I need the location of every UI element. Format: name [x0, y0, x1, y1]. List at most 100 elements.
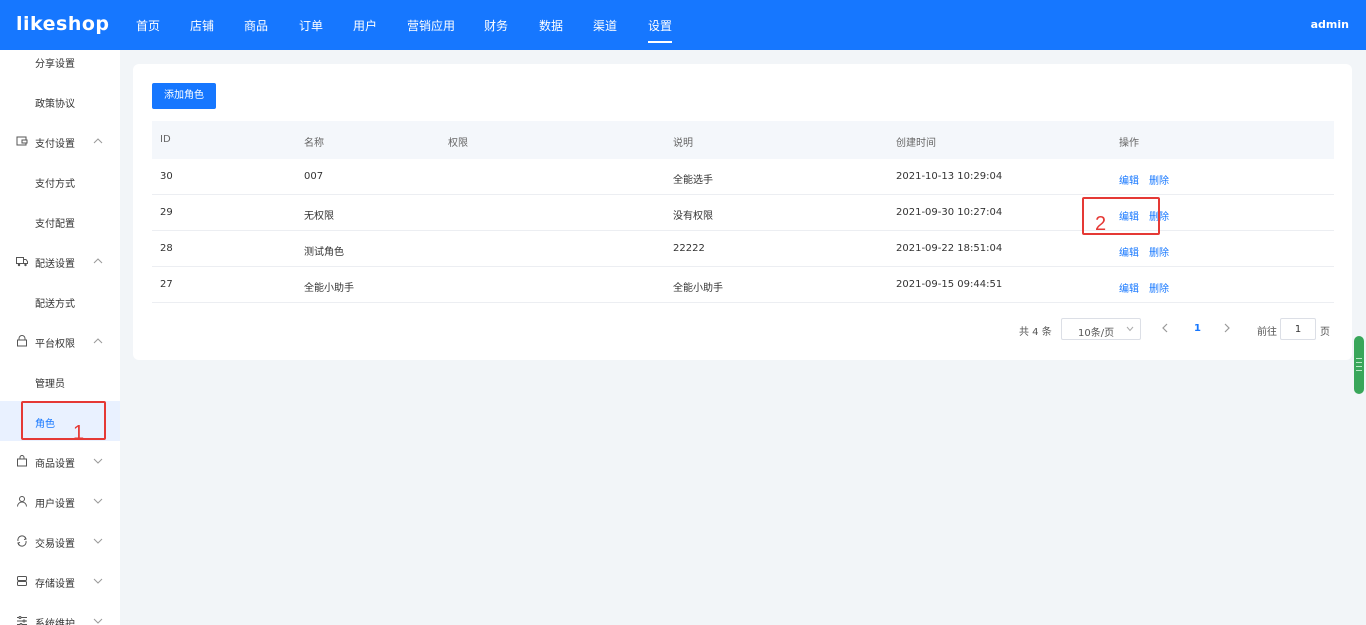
nav-channels[interactable]: 渠道 — [593, 17, 617, 34]
maintenance-icon — [17, 616, 27, 625]
nav-marketing[interactable]: 营销应用 — [407, 17, 455, 34]
user-icon — [17, 496, 27, 507]
sidebar-item-policy[interactable]: 政策协议 — [0, 81, 120, 121]
delete-link[interactable]: 删除 — [1149, 280, 1169, 295]
chevron-down-icon — [93, 458, 103, 464]
roles-card: 添加角色 ID 名称 权限 说明 创建时间 操作 30 007 全能选手 202… — [133, 64, 1352, 360]
sidebar-group-system-maintenance[interactable]: 系统维护 — [0, 601, 120, 625]
sidebar-group-delivery[interactable]: 配送设置 — [0, 241, 120, 281]
annotation-box-1 — [21, 401, 106, 440]
page-number-current[interactable]: 1 — [1194, 323, 1201, 334]
sidebar-item-label: 用户设置 — [35, 499, 75, 510]
chevron-down-icon — [93, 538, 103, 544]
edit-link[interactable]: 编辑 — [1119, 244, 1139, 259]
user-account[interactable]: admin — [1311, 18, 1349, 31]
sidebar-item-label: 配送设置 — [35, 259, 75, 270]
scrollbar-thumb[interactable] — [1354, 336, 1364, 394]
cell-id: 30 — [160, 171, 173, 182]
nav-orders[interactable]: 订单 — [299, 17, 323, 34]
sidebar-item-label: 存储设置 — [35, 579, 75, 590]
nav-data[interactable]: 数据 — [539, 17, 563, 34]
exchange-icon — [17, 535, 27, 547]
table-row: 30 007 全能选手 2021-10-13 10:29:04 编辑 删除 — [152, 159, 1334, 195]
page-suffix-label: 页 — [1320, 327, 1330, 338]
sidebar-item-label: 支付配置 — [35, 219, 75, 230]
sidebar-item-label: 政策协议 — [35, 99, 75, 110]
column-header-name: 名称 — [304, 138, 324, 149]
sidebar-item-share-settings[interactable]: 分享设置 — [0, 50, 120, 81]
nav-finance[interactable]: 财务 — [484, 17, 508, 34]
column-header-created-time: 创建时间 — [896, 138, 936, 149]
cell-id: 28 — [160, 243, 173, 254]
cell-name: 007 — [304, 171, 324, 182]
cell-description: 全能小助手 — [673, 283, 723, 294]
prev-page-icon[interactable] — [1160, 322, 1170, 334]
table-row: 28 测试角色 22222 2021-09-22 18:51:04 编辑 删除 — [152, 231, 1334, 267]
sidebar-item-delivery-methods[interactable]: 配送方式 — [0, 281, 120, 321]
column-header-permissions: 权限 — [448, 138, 468, 149]
sidebar-group-user-settings[interactable]: 用户设置 — [0, 481, 120, 521]
chevron-down-icon — [1126, 326, 1134, 332]
sidebar-item-label: 平台权限 — [35, 339, 75, 350]
sidebar-item-label: 支付设置 — [35, 139, 75, 150]
delete-link[interactable]: 删除 — [1149, 172, 1169, 187]
cell-id: 29 — [160, 207, 173, 218]
sidebar-item-label: 配送方式 — [35, 299, 75, 310]
chevron-down-icon — [93, 618, 103, 624]
sidebar-item-label: 交易设置 — [35, 539, 75, 550]
nav-home[interactable]: 首页 — [136, 17, 160, 34]
annotation-number-1: 1 — [73, 422, 85, 444]
sidebar-group-storage-settings[interactable]: 存储设置 — [0, 561, 120, 601]
cell-created-time: 2021-09-15 09:44:51 — [896, 279, 1003, 290]
sidebar-group-product-settings[interactable]: 商品设置 — [0, 441, 120, 481]
add-role-button[interactable]: 添加角色 — [152, 83, 216, 109]
chevron-down-icon — [93, 498, 103, 504]
cell-description: 全能选手 — [673, 175, 713, 186]
sidebar-group-payment[interactable]: 支付设置 — [0, 121, 120, 161]
edit-link[interactable]: 编辑 — [1119, 280, 1139, 295]
chevron-up-icon — [93, 138, 103, 144]
chevron-down-icon — [93, 578, 103, 584]
next-page-icon[interactable] — [1222, 322, 1232, 334]
sidebar-group-platform-permissions[interactable]: 平台权限 — [0, 321, 120, 361]
sidebar-group-trade-settings[interactable]: 交易设置 — [0, 521, 120, 561]
goto-label: 前往 — [1257, 327, 1277, 338]
cell-created-time: 2021-10-13 10:29:04 — [896, 171, 1003, 182]
cell-id: 27 — [160, 279, 173, 290]
nav-users[interactable]: 用户 — [353, 17, 377, 34]
edit-link[interactable]: 编辑 — [1119, 172, 1139, 187]
column-header-actions: 操作 — [1119, 138, 1139, 149]
sidebar-item-label: 系统维护 — [35, 619, 75, 625]
storage-icon — [17, 576, 27, 586]
app-logo[interactable]: likeshop — [16, 13, 110, 35]
table-header: ID 名称 权限 说明 创建时间 操作 — [152, 121, 1334, 159]
sidebar-item-label: 支付方式 — [35, 179, 75, 190]
sidebar-item-admins[interactable]: 管理员 — [0, 361, 120, 401]
sidebar: 分享设置 政策协议 支付设置 支付方式 支付配置 配送设置 配送方式 平台权限 … — [0, 50, 120, 625]
sidebar-item-label: 分享设置 — [35, 59, 75, 70]
cell-name: 测试角色 — [304, 247, 344, 258]
goto-page-input[interactable] — [1280, 318, 1316, 340]
delete-link[interactable]: 删除 — [1149, 244, 1169, 259]
chevron-up-icon — [93, 258, 103, 264]
cell-created-time: 2021-09-30 10:27:04 — [896, 207, 1003, 218]
nav-store[interactable]: 店铺 — [190, 17, 214, 34]
page-size-value: 10条/页 — [1078, 328, 1115, 339]
payment-icon — [16, 136, 28, 146]
truck-icon — [16, 257, 28, 267]
table-row: 27 全能小助手 全能小助手 2021-09-15 09:44:51 编辑 删除 — [152, 267, 1334, 303]
cell-created-time: 2021-09-22 18:51:04 — [896, 243, 1003, 254]
bag-icon — [17, 455, 27, 467]
top-navigation-bar: likeshop 首页 店铺 商品 订单 用户 营销应用 财务 数据 渠道 设置… — [0, 0, 1366, 50]
sidebar-item-label: 商品设置 — [35, 459, 75, 470]
page-size-select[interactable]: 10条/页 — [1061, 318, 1141, 340]
sidebar-item-payment-methods[interactable]: 支付方式 — [0, 161, 120, 201]
nav-products[interactable]: 商品 — [244, 17, 268, 34]
pagination-total: 共 4 条 — [1019, 327, 1052, 338]
cell-description: 22222 — [673, 243, 705, 254]
sidebar-item-payment-config[interactable]: 支付配置 — [0, 201, 120, 241]
chevron-up-icon — [93, 338, 103, 344]
nav-settings[interactable]: 设置 — [648, 17, 673, 43]
annotation-box-2 — [1082, 197, 1160, 235]
cell-name: 全能小助手 — [304, 283, 354, 294]
